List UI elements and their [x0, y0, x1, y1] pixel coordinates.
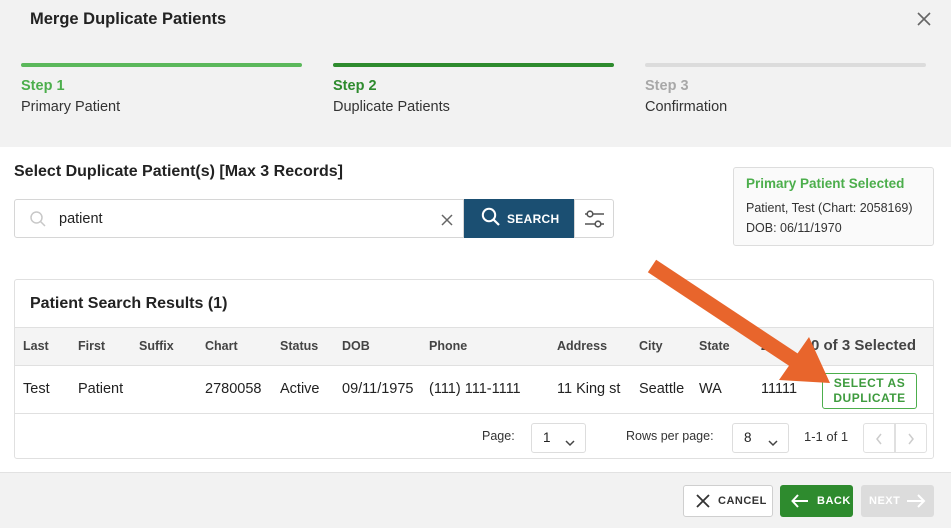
chevron-left-icon [876, 433, 882, 445]
step-3-label: Confirmation [645, 99, 728, 115]
cell-first: Patient [78, 381, 124, 397]
page-select-value: 1 [543, 430, 551, 445]
results-title: Patient Search Results (1) [30, 295, 228, 312]
column-header-city[interactable]: City [639, 339, 663, 353]
cell-phone: (111) 111-1111 [429, 381, 521, 397]
step-3-progress-bar [645, 63, 926, 67]
close-icon [696, 494, 710, 508]
column-header-first[interactable]: First [78, 339, 105, 353]
cell-dob: 09/11/1975 [342, 381, 414, 397]
filter-button[interactable] [574, 199, 614, 238]
column-header-phone[interactable]: Phone [429, 339, 467, 353]
cell-city: Seattle [639, 381, 685, 397]
arrow-left-icon [791, 494, 808, 508]
step-2-progress-bar [333, 63, 614, 67]
column-header-chart[interactable]: Chart [205, 339, 238, 353]
page-range: 1-1 of 1 [804, 429, 849, 444]
chevron-down-icon [768, 434, 778, 452]
step-1-label: Primary Patient [21, 99, 121, 115]
step-2-label: Duplicate Patients [333, 99, 450, 115]
search-button-label: SEARCH [507, 211, 560, 226]
close-icon[interactable] [914, 9, 934, 29]
dialog-title: Merge Duplicate Patients [30, 10, 227, 28]
primary-patient-name: Patient, Test (Chart: 2058169) [746, 201, 913, 215]
column-header-dob[interactable]: DOB [342, 339, 370, 353]
selected-count: 0 of 3 Selected [811, 337, 917, 354]
search-button[interactable]: SEARCH [464, 199, 574, 238]
select-as-duplicate-button[interactable]: SELECT AS DUPLICATE [822, 373, 917, 409]
cell-state: WA [699, 381, 722, 397]
column-header-status[interactable]: Status [280, 339, 318, 353]
next-button[interactable]: NEXT [861, 485, 934, 517]
previous-page-button[interactable] [863, 423, 895, 453]
rows-per-page-label: Rows per page: [626, 429, 714, 443]
primary-patient-dob: DOB: 06/11/1970 [746, 221, 842, 235]
primary-patient-card: Primary Patient Selected Patient, Test (… [733, 167, 934, 246]
step-3-number: Step 3 [645, 78, 689, 94]
column-header-address[interactable]: Address [557, 339, 607, 353]
cancel-button[interactable]: CANCEL [683, 485, 773, 517]
rows-per-page-value: 8 [744, 430, 752, 445]
step-1-number: Step 1 [21, 78, 65, 94]
primary-patient-title: Primary Patient Selected [746, 176, 905, 191]
dialog-header: Merge Duplicate Patients Step 1 Primary … [0, 0, 951, 147]
sliders-icon [585, 210, 604, 228]
next-page-button[interactable] [895, 423, 927, 453]
section-title: Select Duplicate Patient(s) [Max 3 Recor… [14, 163, 343, 180]
step-2: Step 2 Duplicate Patients [333, 63, 614, 115]
cell-address: 11 King st [557, 381, 621, 397]
page-select[interactable]: 1 [531, 423, 586, 453]
pagination: Page: 1 Rows per page: 8 1-1 of 1 [15, 414, 933, 458]
cell-status: Active [280, 381, 320, 397]
search-input[interactable]: patient [14, 199, 464, 238]
column-header-last[interactable]: Last [23, 339, 49, 353]
search-button-icon [481, 207, 501, 230]
column-header-suffix[interactable]: Suffix [139, 339, 174, 353]
back-button-label: BACK [817, 495, 851, 507]
search-results-panel: Patient Search Results (1) Last First Su… [14, 279, 934, 459]
table-row: Test Patient 2780058 Active 09/11/1975 (… [15, 366, 933, 414]
column-header-zip[interactable]: Zip [761, 339, 780, 353]
search-input-value[interactable]: patient [59, 211, 103, 227]
chevron-down-icon [565, 434, 575, 452]
cell-last: Test [23, 381, 50, 397]
step-2-number: Step 2 [333, 78, 377, 94]
back-button[interactable]: BACK [780, 485, 853, 517]
step-1: Step 1 Primary Patient [21, 63, 302, 115]
table-header: Last First Suffix Chart Status DOB Phone… [15, 327, 933, 366]
step-3: Step 3 Confirmation [645, 63, 926, 115]
search-icon [29, 210, 47, 233]
clear-search-icon[interactable] [441, 213, 453, 231]
page-label: Page: [482, 429, 515, 443]
arrow-right-icon [907, 494, 926, 508]
dialog-body: Select Duplicate Patient(s) [Max 3 Recor… [0, 147, 951, 472]
dialog-footer: CANCEL BACK NEXT [0, 472, 951, 528]
step-1-progress-bar [21, 63, 302, 67]
rows-per-page-select[interactable]: 8 [732, 423, 789, 453]
chevron-right-icon [908, 433, 914, 445]
cell-chart: 2780058 [205, 381, 262, 397]
column-header-state[interactable]: State [699, 339, 730, 353]
cell-zip: 11111 [761, 381, 798, 397]
cancel-button-label: CANCEL [718, 495, 767, 507]
next-button-label: NEXT [869, 495, 901, 507]
